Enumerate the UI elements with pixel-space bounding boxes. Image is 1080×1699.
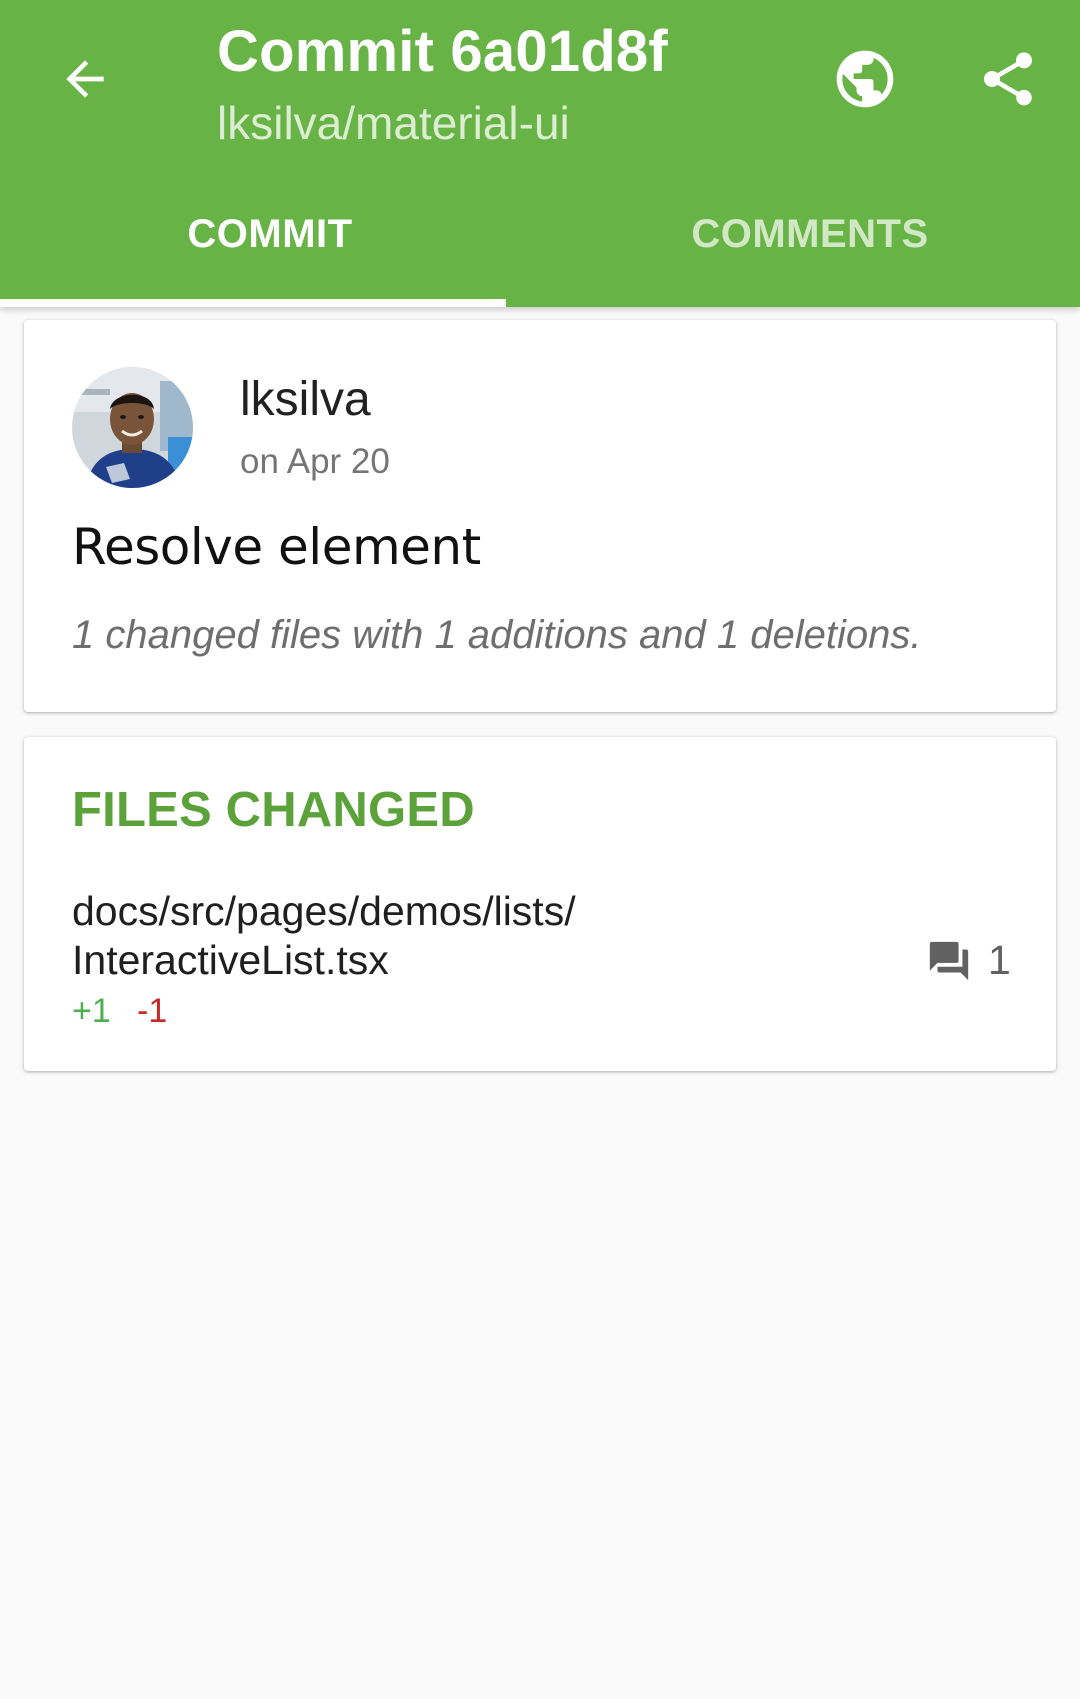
file-path-line-1: docs/src/pages/demos/lists/	[72, 888, 576, 934]
files-changed-card: FILES CHANGED docs/src/pages/demos/lists…	[24, 737, 1056, 1071]
share-button[interactable]	[963, 34, 1053, 124]
avatar-image	[72, 367, 193, 488]
globe-icon	[836, 50, 894, 108]
repo-name: lksilva/material-ui	[217, 97, 570, 149]
deletions-count: -1	[137, 992, 168, 1030]
arrow-back-icon	[66, 60, 104, 98]
change-summary: 1 changed files with 1 additions and 1 d…	[72, 613, 922, 657]
page-title: Commit 6a01d8f	[217, 19, 668, 84]
back-button[interactable]	[40, 34, 130, 124]
open-in-browser-button[interactable]	[820, 34, 910, 124]
files-changed-heading: FILES CHANGED	[72, 783, 475, 837]
file-path-line-2: InteractiveList.tsx	[72, 937, 389, 983]
tab-indicator	[0, 299, 506, 307]
file-comments-indicator: 1	[926, 937, 1011, 984]
share-icon	[984, 52, 1032, 106]
author-name[interactable]: lksilva	[240, 372, 371, 427]
commit-date: on Apr 20	[240, 442, 390, 481]
file-path: docs/src/pages/demos/lists/ InteractiveL…	[72, 887, 576, 985]
commit-card: lksilva on Apr 20 Resolve element 1 chan…	[24, 320, 1056, 712]
app-bar: Commit 6a01d8f lksilva/material-ui COMMI…	[0, 0, 1080, 307]
additions-count: +1	[72, 992, 111, 1030]
commit-message: Resolve element	[72, 518, 481, 576]
tab-commit[interactable]: COMMIT	[0, 190, 540, 307]
file-list-item[interactable]: docs/src/pages/demos/lists/ InteractiveL…	[24, 887, 1056, 1047]
tab-comments[interactable]: COMMENTS	[540, 190, 1080, 307]
comments-icon	[929, 941, 969, 980]
avatar[interactable]	[72, 367, 193, 488]
comment-count: 1	[988, 937, 1011, 983]
